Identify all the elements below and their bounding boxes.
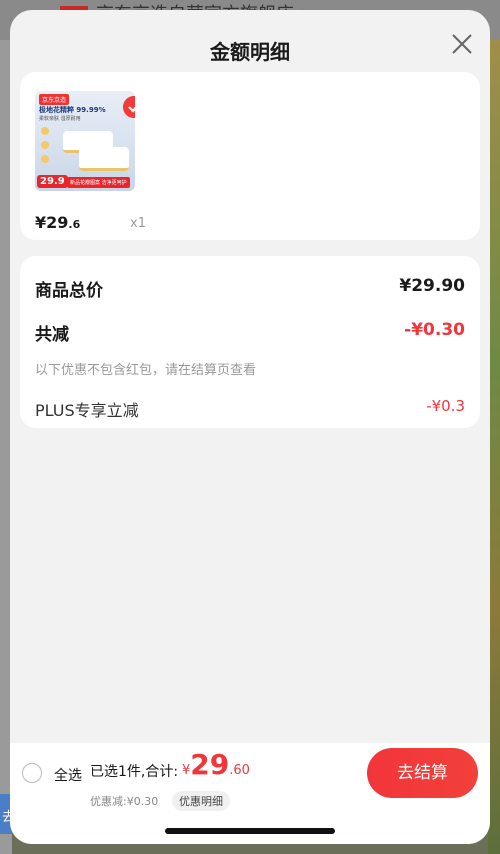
checkout-button[interactable]: 去结算	[367, 748, 478, 798]
thumbnail-headline: 极地花精粹 99.99%	[39, 106, 106, 114]
feature-dot-icon	[41, 155, 49, 163]
thumbnail-brand: 京东京造	[39, 94, 70, 105]
product-price: ¥29.6	[35, 213, 81, 232]
total-reduction-value: -¥0.30	[404, 320, 465, 340]
total-price-label: 商品总价	[35, 281, 103, 301]
selected-summary: 已选1件,合计:	[90, 764, 179, 780]
plus-discount-label: PLUS专享立减	[35, 401, 139, 420]
thumbnail-subtitle: 柔软亲肤 湿厚耐用	[39, 116, 81, 122]
home-indicator[interactable]	[165, 828, 335, 834]
total-reduction-label: 共减	[35, 325, 69, 345]
price-detail-card: 商品总价 ¥29.90 共减 -¥0.30 以下优惠不包含红包，请在结算页查看 …	[20, 256, 480, 428]
thumbnail-tag: 新品花瓣图案 洁净更呵护	[67, 177, 130, 188]
product-thumbnail[interactable]: 京东京造 极地花精粹 99.99% 柔软亲肤 湿厚耐用 29.9 新品花瓣图案 …	[35, 91, 135, 191]
discount-note: 以下优惠不包含红包，请在结算页查看	[35, 363, 257, 378]
select-all-radio[interactable]	[22, 763, 42, 783]
checkout-bar: 全选 已选1件,合计: ¥29.60 优惠减:¥0.30 优惠明细 去结算	[10, 743, 490, 844]
discount-detail-button[interactable]: 优惠明细	[172, 791, 230, 811]
sheet-title: 金额明细	[210, 40, 290, 64]
saved-amount: 优惠减:¥0.30	[90, 795, 159, 808]
wipes-pack-image	[79, 147, 129, 171]
total-amount: ¥29.60	[182, 748, 250, 781]
amount-detail-sheet: 金额明细 京东京造 极地花精粹 99.99% 柔软亲肤 湿厚耐用 29.9 新品…	[10, 10, 490, 844]
thumbnail-price: 29.9	[37, 175, 68, 188]
close-icon[interactable]	[448, 30, 476, 58]
selected-check-icon	[123, 96, 135, 118]
product-card: 京东京造 极地花精粹 99.99% 柔软亲肤 湿厚耐用 29.9 新品花瓣图案 …	[20, 72, 480, 240]
select-all-label[interactable]: 全选	[54, 765, 82, 785]
feature-dot-icon	[41, 141, 49, 149]
feature-dot-icon	[41, 127, 49, 135]
plus-discount-value: -¥0.3	[426, 397, 465, 415]
total-price-value: ¥29.90	[399, 276, 465, 296]
product-quantity: x1	[130, 216, 146, 231]
